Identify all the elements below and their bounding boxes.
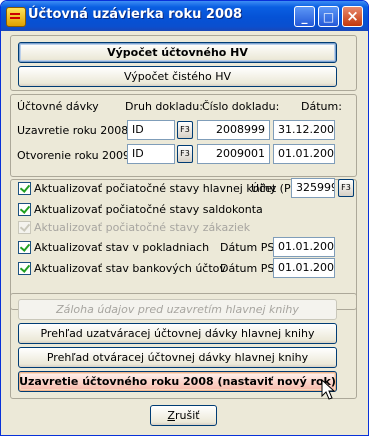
closing-doc-type-input[interactable]: ID [127, 120, 175, 140]
opening-doc-number-input[interactable]: 2009001 [197, 144, 270, 164]
doc-type-header: Druh dokladu: [125, 100, 203, 113]
orders-opening-checkbox [18, 221, 31, 234]
close-button[interactable]: × [342, 6, 363, 27]
cash-date-label: Dátum PS: [220, 241, 279, 254]
closing-batch-overview-button[interactable]: Prehľad uzatváracej účtovnej dávky hlavn… [18, 323, 337, 344]
batches-header-label: Účtovné dávky [17, 100, 99, 113]
bank-checkbox[interactable] [18, 262, 31, 275]
cancel-button[interactable]: Zrušiť [150, 405, 217, 426]
account-lookup-button[interactable]: F3 [338, 179, 354, 197]
saldo-opening-label[interactable]: Aktualizovať počiatočné stavy saldokonta [34, 203, 263, 216]
closing-doc-number-input[interactable]: 2008999 [197, 120, 270, 140]
opening-date-input[interactable]: 01.01.2009 [273, 144, 335, 164]
closing-doc-type-lookup-button[interactable]: F3 [177, 121, 193, 139]
opening-batch-overview-button[interactable]: Prehľad otváracej účtovnej dávky hlavnej… [18, 347, 337, 368]
dialog-content: Výpočet účtovného HV Výpočet čistého HV … [1, 31, 368, 435]
bank-label[interactable]: Aktualizovať stav bankových účtov [34, 262, 226, 275]
gl-opening-label[interactable]: Aktualizovať počiatočné stavy hlavnej kn… [34, 182, 276, 195]
minimize-button[interactable]: _ [294, 6, 315, 27]
opening-doc-type-lookup-button[interactable]: F3 [177, 145, 193, 163]
opening-doc-type-input[interactable]: ID [127, 144, 175, 164]
saldo-opening-checkbox[interactable] [18, 203, 31, 216]
closing-row-label: Uzavretie roku 2008: [17, 124, 132, 137]
dialog-window: Účtovná uzávierka roku 2008 _ □ × Výpoče… [0, 0, 369, 436]
bank-date-input[interactable]: 01.01.2009 [273, 258, 335, 278]
close-year-button[interactable]: Uzavretie účtovného roku 2008 (nastaviť … [18, 371, 337, 392]
gl-opening-checkbox[interactable] [18, 182, 31, 195]
date-header: Dátum: [301, 100, 342, 113]
opening-row-label: Otvorenie roku 2009: [17, 149, 134, 162]
app-icon [6, 7, 26, 27]
mouse-cursor-icon [321, 379, 336, 400]
window-title: Účtovná uzávierka roku 2008 [28, 7, 243, 22]
maximize-button[interactable]: □ [318, 6, 339, 27]
title-bar[interactable]: Účtovná uzávierka roku 2008 _ □ × [1, 1, 368, 31]
doc-number-header: Číslo dokladu: [202, 100, 280, 113]
closing-date-input[interactable]: 31.12.2008 [273, 120, 335, 140]
cash-checkbox[interactable] [18, 241, 31, 254]
orders-opening-label: Aktualizovať počiatočné stavy zákaziek [34, 221, 251, 234]
cancel-label: rušiť [174, 409, 200, 422]
cash-date-input[interactable]: 01.01.2009 [273, 237, 335, 257]
account-input[interactable]: 325999 [291, 178, 335, 198]
backup-button: Záloha údajov pred uzavretím hlavnej kni… [18, 299, 337, 320]
calc-hv-button[interactable]: Výpočet účtovného HV [18, 42, 337, 63]
cash-label[interactable]: Aktualizovať stav v pokladniach [34, 241, 209, 254]
bank-date-label: Dátum PS: [220, 262, 279, 275]
cancel-mnemonic: Z [167, 409, 175, 422]
calc-net-hv-button[interactable]: Výpočet čistého HV [18, 66, 337, 87]
